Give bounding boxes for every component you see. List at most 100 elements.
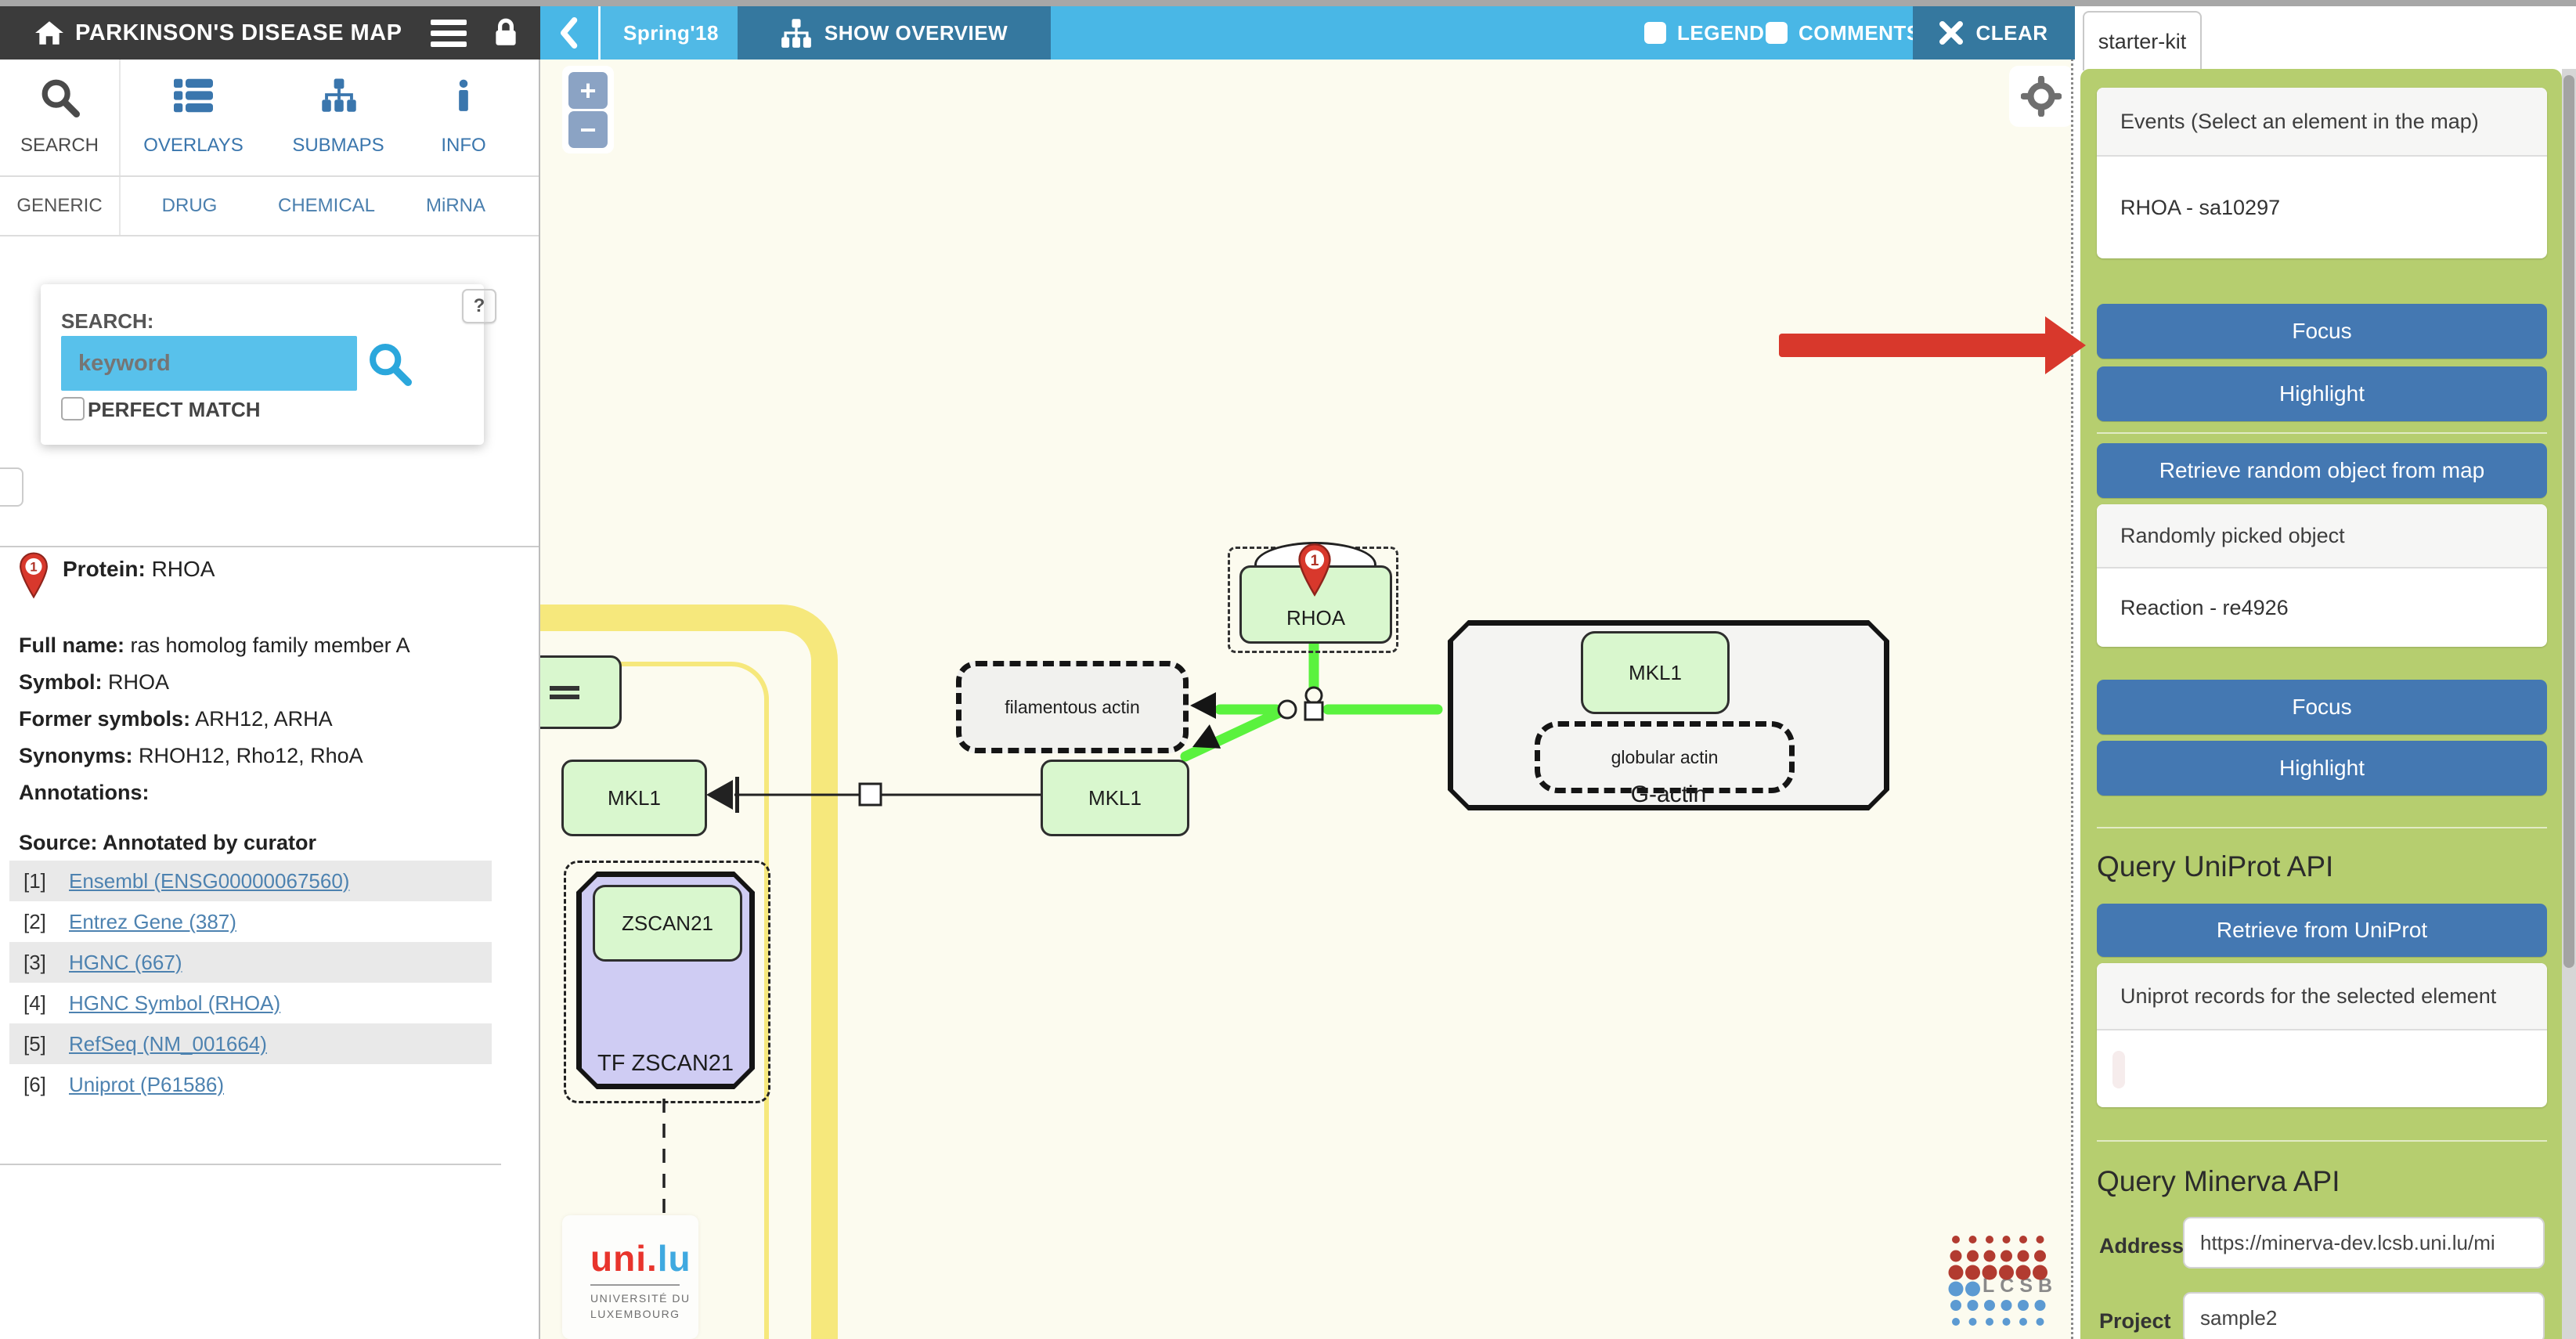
annotation-arrow-head [2045, 316, 2086, 374]
random-card-header: Randomly picked object [2097, 504, 2547, 568]
crosshair-icon [2021, 76, 2062, 117]
link-index: [1] [23, 869, 69, 893]
annotation-link[interactable]: HGNC (667) [69, 951, 182, 975]
node-label: globular actin [1611, 747, 1719, 768]
events-card: Events (Select an element in the map) RH… [2097, 88, 2547, 258]
tab-generic[interactable]: GENERIC [0, 177, 121, 235]
sidebar-nav-info[interactable]: INFO [409, 60, 518, 175]
annotation-link[interactable]: Ensembl (ENSG00000067560) [69, 869, 349, 893]
panel-scrollbar-thumb[interactable] [2563, 75, 2574, 968]
node-mkl1-left[interactable]: MKL1 [561, 760, 707, 836]
node-label: MKL1 [608, 786, 661, 810]
node-label: MKL1 [1088, 786, 1142, 810]
perfect-match-label: PERFECT MATCH [88, 398, 261, 422]
unilu-logo: uni.lu [590, 1237, 698, 1279]
node-label: ZSCAN21 [622, 911, 713, 936]
back-chevron-button[interactable] [540, 6, 597, 60]
info-icon [458, 78, 469, 113]
clear-button[interactable]: CLEAR [1913, 6, 2075, 60]
search-help-button[interactable]: ? [462, 289, 496, 323]
node-label: MKL1 [1629, 661, 1682, 685]
version-tab[interactable]: Spring'18 [598, 6, 744, 60]
search-label: SEARCH: [61, 309, 153, 334]
node-complex-mkl1[interactable]: MKL1 [1581, 631, 1730, 714]
panel-divider-3 [2097, 1140, 2547, 1142]
search-card: SEARCH: ? PERFECT MATCH [41, 284, 484, 445]
project-input[interactable] [2183, 1292, 2545, 1339]
overview-icon [781, 17, 812, 49]
link-index: [2] [23, 910, 69, 934]
tab-chemical[interactable]: CHEMICAL [260, 177, 393, 235]
address-label: Address [2099, 1234, 2184, 1258]
link-index: [6] [23, 1073, 69, 1097]
panel-scrollbar-track[interactable] [2562, 69, 2576, 1339]
zoom-in-button[interactable]: + [568, 72, 608, 109]
menu-icon[interactable] [431, 14, 467, 52]
sidebar-nav-submaps[interactable]: SUBMAPS [268, 60, 409, 175]
plugin-tab-starter-kit[interactable]: starter-kit [2083, 11, 2202, 70]
result-field: Symbol: RHOA [19, 670, 169, 695]
retrieve-random-button[interactable]: Retrieve random object from map [2097, 443, 2547, 498]
center-map-button[interactable] [2009, 66, 2073, 127]
clear-x-icon [1939, 21, 1963, 45]
node-zscan21[interactable]: ZSCAN21 [593, 885, 742, 962]
panel-resize-divider[interactable] [2071, 6, 2080, 1339]
app-header: PARKINSON'S DISEASE MAP [0, 6, 540, 60]
link-index: [5] [23, 1032, 69, 1056]
legend-toggle[interactable]: LEGEND [1644, 6, 1764, 60]
highlight-button[interactable]: Highlight [2097, 366, 2547, 421]
zoom-out-button[interactable]: − [568, 111, 608, 148]
comments-toggle[interactable]: COMMENTS [1766, 6, 1921, 60]
annotation-link-row: [5]RefSeq (NM_001664) [9, 1023, 492, 1064]
result-links-list: [1]Ensembl (ENSG00000067560)[2]Entrez Ge… [9, 861, 492, 1105]
sidebar-nav-overlays[interactable]: OVERLAYS [119, 60, 268, 175]
search-tabs-row: GENERIC DRUG CHEMICAL MiRNA [0, 177, 539, 236]
annotation-link[interactable]: RefSeq (NM_001664) [69, 1032, 267, 1056]
search-input[interactable] [61, 336, 357, 391]
result-source: Source: Annotated by curator [19, 831, 316, 855]
panel-pin-tab[interactable] [0, 467, 23, 507]
complex-tf-zscan21-label: TF ZSCAN21 [579, 1048, 752, 1079]
comments-checkbox[interactable] [1766, 22, 1788, 44]
marker-number: 1 [30, 560, 37, 575]
highlight-random-button[interactable]: Highlight [2097, 741, 2547, 796]
annotation-link[interactable]: HGNC Symbol (RHOA) [69, 991, 280, 1016]
plugin-panel: Events (Select an element in the map) RH… [2080, 69, 2562, 1339]
top-edge-strip [0, 0, 2576, 6]
lock-icon[interactable] [493, 17, 518, 49]
tab-drug[interactable]: DRUG [119, 177, 260, 235]
sidebar-nav-row: SEARCH OVERLAYS [0, 60, 539, 177]
events-card-body: RHOA - sa10297 [2097, 157, 2547, 258]
unilu-sub2: LUXEMBOURG [590, 1308, 698, 1320]
search-submit-icon[interactable] [366, 341, 412, 386]
uniprot-card-body [2097, 1030, 2547, 1107]
show-overview-button[interactable]: SHOW OVERVIEW [738, 6, 1051, 60]
sidebar-nav-search[interactable]: SEARCH [0, 60, 121, 175]
node-mkl1-right[interactable]: MKL1 [1041, 760, 1189, 836]
uniprot-heading: Query UniProt API [2097, 850, 2333, 883]
legend-checkbox[interactable] [1644, 22, 1666, 44]
home-icon[interactable] [34, 20, 64, 46]
result-field: Synonyms: RHOH12, Rho12, RhoA [19, 744, 363, 768]
transition-square-glyph [860, 784, 881, 805]
unilu-logo-card: uni.lu UNIVERSITÉ DU LUXEMBOURG [562, 1215, 698, 1339]
map-marker-pin[interactable]: 1 [1297, 543, 1332, 597]
annotation-link-row: [4]HGNC Symbol (RHOA) [9, 983, 492, 1023]
retrieve-uniprot-button[interactable]: Retrieve from UniProt [2097, 904, 2547, 957]
address-input[interactable] [2183, 1217, 2545, 1269]
node-filamentous-actin[interactable]: filamentous actin [956, 661, 1189, 753]
perfect-match-checkbox[interactable] [61, 397, 85, 420]
minerva-app: filamentous actin MKL1 MKL1 RHOA 1 MKL1 … [0, 0, 2576, 1339]
link-index: [4] [23, 991, 69, 1016]
focus-random-button[interactable]: Focus [2097, 680, 2547, 734]
annotation-link[interactable]: Uniprot (P61586) [69, 1073, 224, 1097]
annotation-link[interactable]: Entrez Gene (387) [69, 910, 236, 934]
focus-button[interactable]: Focus [2097, 304, 2547, 359]
result-field: Annotations: [19, 781, 149, 805]
random-card: Randomly picked object Reaction - re4926 [2097, 504, 2547, 647]
map-toolbar: Spring'18 SHOW OVERVIEW LEGEND COMMENTS [540, 6, 2075, 60]
annotation-link-row: [2]Entrez Gene (387) [9, 901, 492, 942]
tab-mirna[interactable]: MiRNA [393, 177, 518, 235]
project-label: Project [2099, 1309, 2171, 1334]
uniprot-empty-item [2112, 1051, 2125, 1088]
